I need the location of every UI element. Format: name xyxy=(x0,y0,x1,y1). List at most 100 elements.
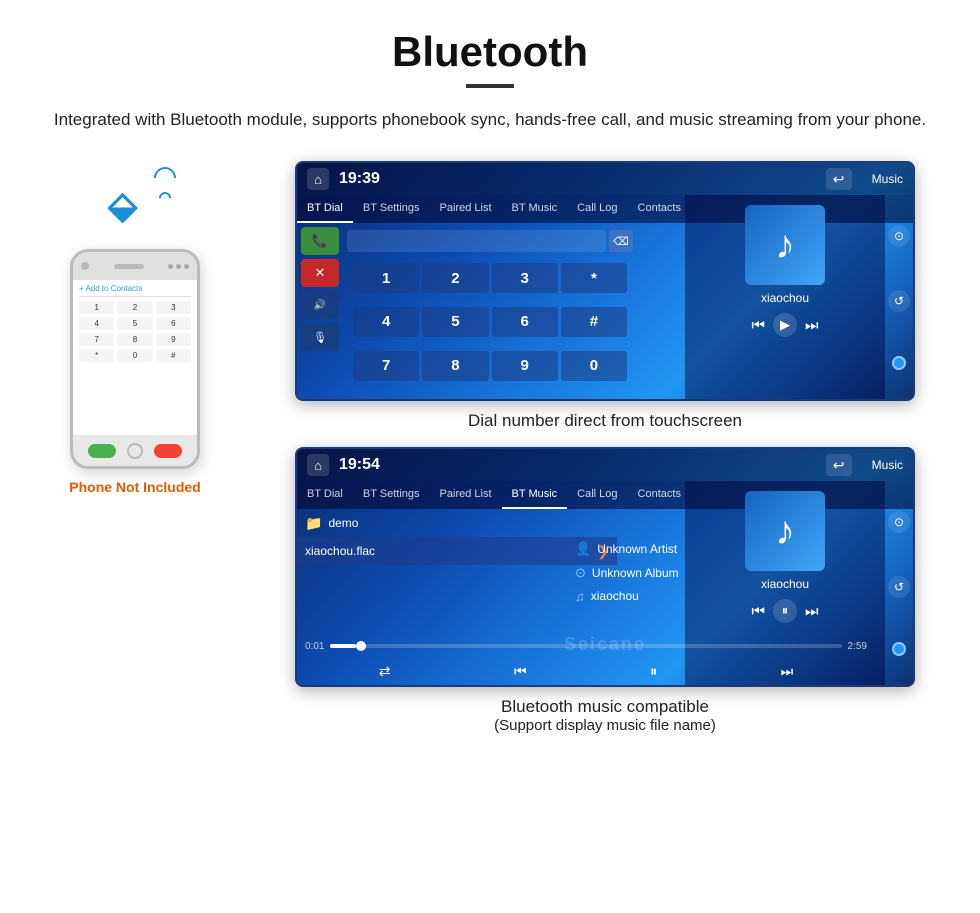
repeat-icon-1[interactable]: ↺ xyxy=(888,290,910,312)
back-button-1[interactable]: ↩ xyxy=(826,168,852,190)
tab-bt-dial[interactable]: BT Dial xyxy=(297,195,353,223)
phone-bottom-bar xyxy=(73,435,197,467)
phone-key-1[interactable]: 1 xyxy=(79,301,114,314)
folder-icon: 📁 xyxy=(305,515,322,532)
back-button-2[interactable]: ↩ xyxy=(826,454,852,476)
delete-btn[interactable]: ⌫ xyxy=(609,230,633,252)
key-4[interactable]: 4 xyxy=(353,307,419,337)
screen2-caption-line1: Bluetooth music compatible xyxy=(501,697,709,717)
repeat-icon-2[interactable]: ↺ xyxy=(888,576,910,598)
key-0[interactable]: 0 xyxy=(561,351,627,381)
phone-key-4[interactable]: 4 xyxy=(79,317,114,330)
home-button[interactable]: ⌂ xyxy=(307,168,329,190)
song-name-1: xiaochou xyxy=(761,291,809,305)
tab2-call-log[interactable]: Call Log xyxy=(567,481,627,509)
tab-bt-music[interactable]: BT Music xyxy=(502,195,568,223)
call-red-btn[interactable]: ✕ xyxy=(301,259,339,287)
shuffle-icon[interactable]: ⇄ xyxy=(379,663,391,680)
main-content: ⬙ + Add to Contacts 1 2 xyxy=(0,161,980,734)
phone-call-button[interactable] xyxy=(88,444,116,458)
folder-name: demo xyxy=(328,516,358,530)
music-header-label-2: Music xyxy=(872,458,903,472)
tab-bt-settings[interactable]: BT Settings xyxy=(353,195,430,223)
phone-home-button[interactable] xyxy=(127,443,143,459)
prev-btn-1[interactable]: ⏮ xyxy=(751,317,765,334)
subtitle-text: Integrated with Bluetooth module, suppor… xyxy=(0,106,980,161)
play-btn-1[interactable]: ▶ xyxy=(773,313,797,337)
play-btn-2[interactable]: ⏸ xyxy=(773,599,797,623)
phone-end-button[interactable] xyxy=(154,444,182,458)
signal-wave-small xyxy=(157,190,174,207)
key-3[interactable]: 3 xyxy=(492,263,558,293)
key-9[interactable]: 9 xyxy=(492,351,558,381)
tab2-bt-settings[interactable]: BT Settings xyxy=(353,481,430,509)
phone-top-bar xyxy=(73,252,197,280)
phone-speaker xyxy=(114,264,144,269)
progress-area: 0:01 2:59 xyxy=(297,635,875,657)
phone-camera xyxy=(81,262,89,270)
progress-dot xyxy=(356,641,366,651)
phone-not-included-label: Phone Not Included xyxy=(69,479,200,495)
key-7[interactable]: 7 xyxy=(353,351,419,381)
music-panel-1: ♪ xiaochou ⏮ ▶ ⏭ xyxy=(685,195,885,399)
screen2-caption-line2: (Support display music file name) xyxy=(494,717,716,734)
prev-btn-2[interactable]: ⏮ xyxy=(751,603,765,620)
tab2-contacts[interactable]: Contacts xyxy=(628,481,691,509)
dial-panel: 📞 ✕ 🔊 🎙 ⌫ xyxy=(297,223,637,399)
phone-key-star[interactable]: * xyxy=(79,349,114,362)
bottom-controls: ⇄ ⏮ ⏸ ⏭ xyxy=(297,657,875,685)
phone-mockup: + Add to Contacts 1 2 3 4 5 6 7 8 9 * 0 … xyxy=(70,249,200,469)
screen2-block: ⌂ 19:54 ↩ Music BT Dial BT Settings Pair… xyxy=(260,447,950,734)
tab2-bt-dial[interactable]: BT Dial xyxy=(297,481,353,509)
key-6[interactable]: 6 xyxy=(492,307,558,337)
speaker-btn[interactable]: 🔊 xyxy=(301,291,339,319)
phone-key-9[interactable]: 9 xyxy=(156,333,191,346)
phone-key-0[interactable]: 0 xyxy=(117,349,152,362)
mic-btn[interactable]: 🎙 xyxy=(301,323,339,351)
bt-icon-wrap: ⬙ xyxy=(90,171,180,241)
screen1-header: ⌂ 19:39 ↩ Music xyxy=(297,163,913,195)
music-note-icon-2: ♪ xyxy=(775,509,795,554)
dial-keypad: 1 2 3 * 4 5 6 # 7 8 9 0 xyxy=(347,259,633,395)
tab-contacts[interactable]: Contacts xyxy=(628,195,691,223)
settings-icon-2[interactable]: ⊙ xyxy=(888,511,910,533)
phone-key-7[interactable]: 7 xyxy=(79,333,114,346)
phone-key-8[interactable]: 8 xyxy=(117,333,152,346)
car-screen-music: ⌂ 19:54 ↩ Music BT Dial BT Settings Pair… xyxy=(295,447,915,687)
next-track-icon[interactable]: ⏭ xyxy=(781,663,794,680)
phone-key-3[interactable]: 3 xyxy=(156,301,191,314)
key-hash[interactable]: # xyxy=(561,307,627,337)
music-controls-1: ⏮ ▶ ⏭ xyxy=(751,313,818,337)
settings-icon-1[interactable]: ⊙ xyxy=(888,225,910,247)
tab-call-log[interactable]: Call Log xyxy=(567,195,627,223)
key-2[interactable]: 2 xyxy=(422,263,488,293)
blue-indicator-1 xyxy=(892,356,906,370)
call-green-btn[interactable]: 📞 xyxy=(301,227,339,255)
phone-key-hash[interactable]: # xyxy=(156,349,191,362)
progress-bar[interactable] xyxy=(330,644,841,648)
key-star[interactable]: * xyxy=(561,263,627,293)
phone-screen: + Add to Contacts 1 2 3 4 5 6 7 8 9 * 0 … xyxy=(73,280,197,435)
phone-key-2[interactable]: 2 xyxy=(117,301,152,314)
time-start: 0:01 xyxy=(305,641,324,652)
key-5[interactable]: 5 xyxy=(422,307,488,337)
tab-paired-list[interactable]: Paired List xyxy=(430,195,502,223)
screen1-caption: Dial number direct from touchscreen xyxy=(468,411,742,431)
signal-waves xyxy=(159,175,176,204)
album-icon: ⊙ xyxy=(575,565,586,581)
home-button-2[interactable]: ⌂ xyxy=(307,454,329,476)
phone-key-5[interactable]: 5 xyxy=(117,317,152,330)
music-side-icons-1: ⊙ ↺ xyxy=(885,195,913,399)
tab2-bt-music[interactable]: BT Music xyxy=(502,481,568,509)
next-btn-1[interactable]: ⏭ xyxy=(805,317,819,334)
phone-key-6[interactable]: 6 xyxy=(156,317,191,330)
status-dot-2 xyxy=(176,264,181,269)
play-icon-bottom[interactable]: ⏸ xyxy=(650,663,657,680)
time-display-1: 19:39 xyxy=(339,170,380,188)
music-side-icons-2: ⊙ ↺ xyxy=(885,481,913,685)
key-1[interactable]: 1 xyxy=(353,263,419,293)
next-btn-2[interactable]: ⏭ xyxy=(805,603,819,620)
prev-track-icon[interactable]: ⏮ xyxy=(514,663,527,680)
key-8[interactable]: 8 xyxy=(422,351,488,381)
tab2-paired-list[interactable]: Paired List xyxy=(430,481,502,509)
